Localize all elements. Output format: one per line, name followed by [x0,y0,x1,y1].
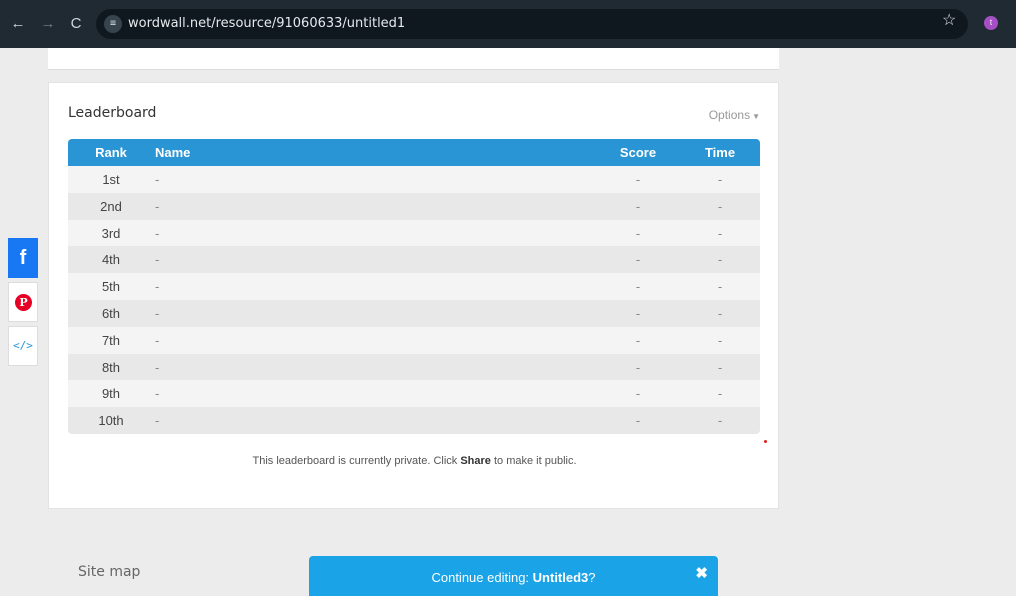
name-cell: - [155,225,160,241]
leaderboard-card: Leaderboard Options ▼ Rank Name Score Tim… [48,82,779,509]
profile-avatar[interactable]: t [984,16,998,30]
bookmark-star-icon[interactable]: ☆ [942,11,956,31]
continue-editing-text[interactable]: Continue editing: Untitled3? [309,570,718,585]
time-cell: - [717,413,723,429]
private-note-end: to make it public. [490,455,577,467]
leaderboard-title: Leaderboard [68,105,157,121]
options-label: Options [708,108,751,122]
back-arrow-icon[interactable]: ← [8,13,28,35]
time-cell: - [717,172,723,187]
continue-title: Untitled3 [532,570,589,585]
rank-cell: 1st [102,172,120,187]
score-cell: - [635,225,641,241]
private-note-text: This leaderboard is currently private. C… [252,455,461,467]
rank-cell: 8th [101,359,121,375]
score-cell: - [635,198,641,214]
time-cell: - [717,198,723,214]
table-row: 9th - - - [68,380,760,408]
rank-cell: 10th [98,413,124,429]
table-row: 6th - - - [68,299,760,327]
name-cell: - [155,252,160,268]
rank-cell: 6th [101,305,121,321]
close-icon[interactable]: ✖ [695,564,708,582]
score-cell: - [635,279,641,295]
score-cell: - [635,172,641,187]
red-dot [764,440,767,443]
header-rank: Rank [95,145,127,160]
site-map-link[interactable]: Site map [78,564,140,580]
table-header: Rank Name Score Time [68,139,760,166]
continue-prefix: Continue editing: [431,570,533,585]
facebook-share-button[interactable]: f [8,238,38,278]
score-cell: - [635,252,641,268]
url-text[interactable]: wordwall.net/resource/91060633/untitled1 [128,16,405,31]
score-cell: - [635,332,641,348]
name-cell: - [155,386,160,402]
score-cell: - [635,386,641,402]
name-cell: - [155,172,160,187]
time-cell: - [717,305,723,321]
time-cell: - [717,279,723,295]
header-name: Name [155,145,191,160]
time-cell: - [717,359,723,375]
forward-arrow-icon[interactable]: → [38,13,58,35]
time-cell: - [717,332,723,348]
private-note: This leaderboard is currently private. C… [49,455,780,467]
previous-card [48,48,779,70]
embed-icon: </> [13,339,33,352]
rank-cell: 3rd [101,225,121,241]
table-row: 2nd - - - [68,192,760,220]
time-cell: - [717,225,723,241]
header-score: Score [619,145,657,160]
score-cell: - [635,305,641,321]
site-info-icon[interactable]: ≡ [104,15,122,33]
name-cell: - [155,332,160,348]
leaderboard-table: Rank Name Score Time 1st - - -2nd - - -3rd - - -4… [68,139,760,434]
caret-down-icon: ▼ [752,112,760,121]
options-dropdown[interactable]: Options ▼ [709,108,760,122]
embed-button[interactable]: </> [8,326,38,366]
name-cell: - [155,279,160,295]
name-cell: - [155,305,160,321]
name-cell: - [155,198,160,214]
continue-editing-bar[interactable]: Continue editing: Untitled3? ✖ [309,556,718,596]
address-bar[interactable]: ≡ wordwall.net/resource/91060633/untitle… [96,9,968,39]
facebook-icon: f [19,247,27,269]
table-row: 8th - - - [68,353,760,381]
table-row: 5th - - - [68,273,760,300]
browser-toolbar: ← → C ≡ wordwall.net/resource/91060633/u… [0,0,1016,48]
continue-suffix: ? [588,570,596,585]
name-cell: - [155,413,160,429]
pinterest-share-button[interactable]: P [8,282,38,322]
rank-cell: 5th [101,279,121,295]
table-row: 7th - - - [68,326,760,354]
share-link[interactable]: Share [460,455,491,467]
score-cell: - [635,413,641,429]
table-row: 3rd - - - [68,219,760,247]
rank-cell: 4th [101,252,121,268]
rank-cell: 9th [101,386,121,402]
rank-cell: 2nd [100,198,122,214]
rank-cell: 7th [101,332,121,348]
table-row: 10th - - - [68,407,760,434]
header-time: Time [704,145,736,160]
table-body: 1st - - - 2nd - - - 3rd - - - 4th - - - 5th - - - 6th - - - 7th -… [68,166,760,434]
table-row: 4th - - - [68,246,760,274]
time-cell: - [717,386,723,402]
table-row: 1st - - - [68,166,760,193]
name-cell: - [155,359,160,375]
pinterest-icon: P [15,294,32,311]
score-cell: - [635,359,641,375]
reload-icon[interactable]: C [66,13,86,35]
time-cell: - [717,252,723,268]
